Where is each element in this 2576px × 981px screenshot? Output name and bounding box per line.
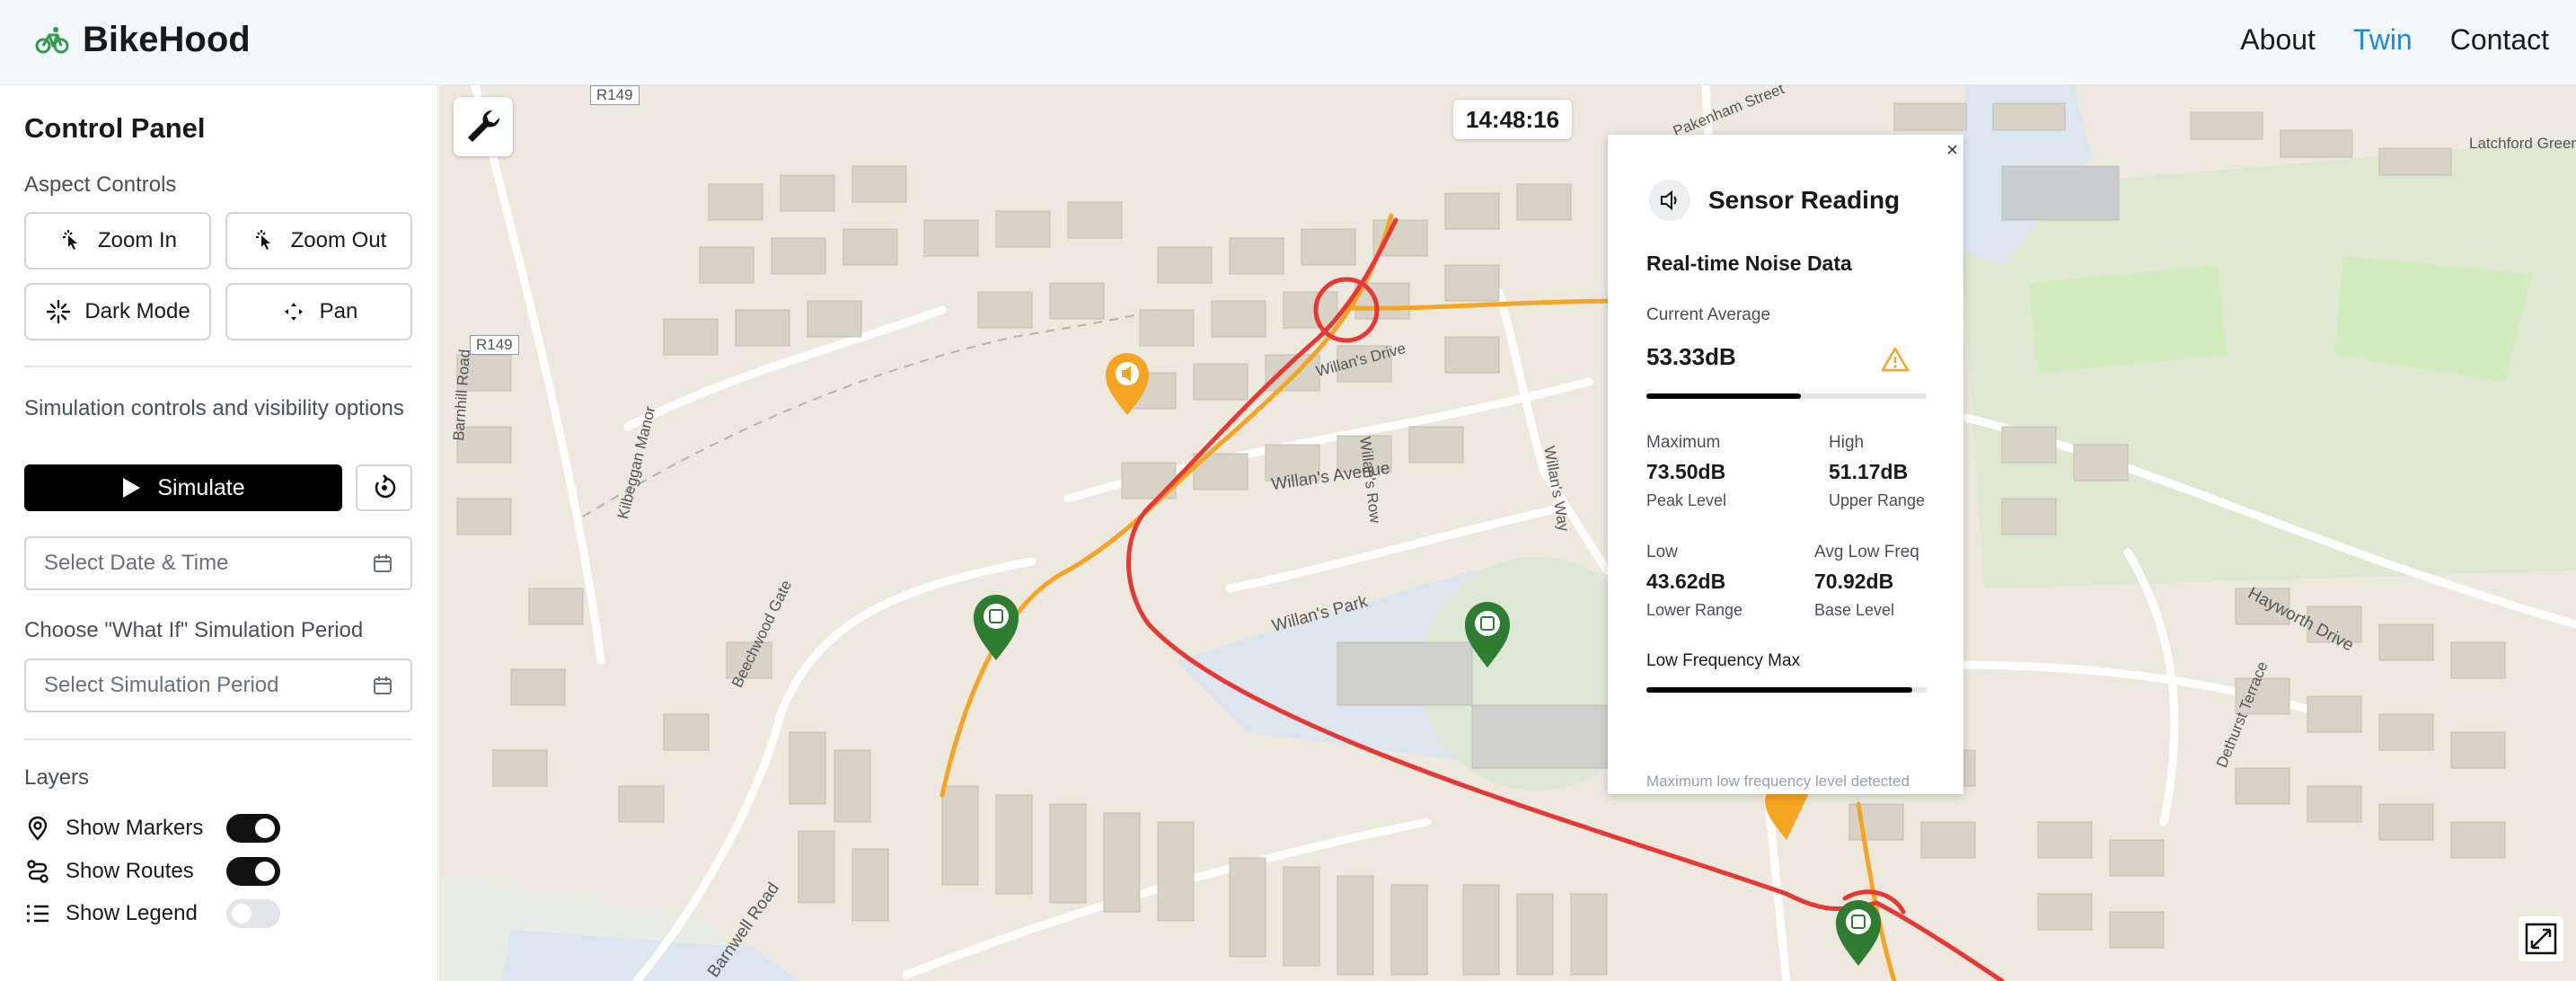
map-view[interactable]: R149 R149 Barnhill Road Kilbeggan Manor …: [439, 85, 2576, 981]
expand-icon: [2525, 923, 2557, 955]
avg-low-freq-sub: Base Level: [1814, 601, 1895, 619]
low-label: Low: [1646, 543, 1678, 561]
popup-header: Sensor Reading: [1649, 180, 1900, 221]
reset-button[interactable]: [356, 464, 412, 511]
pin-icon: [28, 816, 48, 841]
simulate-label: Simulate: [157, 474, 245, 500]
layer-legend-label: Show Legend: [66, 901, 198, 925]
aspect-controls-title: Aspect Controls: [24, 172, 177, 197]
zoom-out-button[interactable]: Zoom Out: [225, 212, 412, 270]
nav-twin[interactable]: Twin: [2353, 23, 2413, 57]
low-value: 43.62dB: [1646, 570, 1726, 593]
simulation-period-placeholder: Select Simulation Period: [44, 673, 279, 697]
divider: [24, 366, 412, 367]
avg-low-freq-value: 70.92dB: [1814, 570, 1894, 593]
brand[interactable]: BikeHood: [34, 20, 251, 60]
maximum-value: 73.50dB: [1646, 460, 1726, 483]
layer-markers-label: Show Markers: [66, 816, 204, 840]
reset-icon: [375, 474, 395, 499]
low-sub: Lower Range: [1646, 601, 1743, 619]
bike-logo-icon: [35, 26, 69, 53]
pointer-click-icon: [255, 230, 270, 250]
settings-wrench-button[interactable]: [454, 97, 513, 156]
move-icon: [284, 303, 303, 321]
control-panel: Control Panel Aspect Controls Zoom In Zo…: [0, 85, 438, 981]
calendar-icon: [374, 554, 392, 572]
high-value: 51.17dB: [1829, 460, 1909, 483]
low-frequency-max-bar-fill: [1646, 687, 1913, 693]
main-nav: About Twin Contact: [2240, 23, 2549, 57]
sensor-reading-popup: × Sensor Reading Real-time Noise Data Cu…: [1608, 135, 1963, 794]
speaker-icon: [1649, 180, 1690, 221]
road-label: R149: [590, 85, 640, 105]
popup-title: Sensor Reading: [1708, 186, 1901, 214]
divider: [24, 738, 412, 740]
maximum-label: Maximum: [1646, 433, 1721, 452]
close-icon[interactable]: ×: [1946, 138, 1958, 162]
pan-label: Pan: [319, 299, 358, 323]
nav-contact[interactable]: Contact: [2450, 23, 2549, 57]
calendar-icon: [374, 676, 392, 694]
current-average-value: 53.33dB: [1646, 343, 1736, 370]
brand-name: BikeHood: [83, 20, 251, 59]
map-canvas: [439, 85, 2576, 981]
high-label: High: [1829, 433, 1865, 452]
pointer-click-icon: [62, 230, 77, 250]
control-panel-title: Control Panel: [24, 112, 206, 144]
show-legend-toggle[interactable]: [226, 899, 280, 928]
show-routes-toggle[interactable]: [226, 857, 280, 886]
wrench-icon: [468, 110, 500, 142]
low-frequency-max-bar: [1646, 687, 1927, 693]
current-average-bar: [1646, 393, 1927, 399]
simulation-title: Simulation controls and visibility optio…: [24, 396, 404, 420]
fullscreen-button[interactable]: [2519, 916, 2563, 961]
popup-footer: Maximum low frequency level detected: [1646, 773, 1910, 790]
dark-mode-button[interactable]: Dark Mode: [24, 283, 211, 340]
simulation-period-field[interactable]: Select Simulation Period: [24, 658, 412, 712]
date-time-field[interactable]: Select Date & Time: [24, 536, 412, 590]
maximum-sub: Peak Level: [1646, 491, 1727, 509]
zoom-out-label: Zoom Out: [290, 228, 387, 252]
road-label: Latchford Green: [2469, 135, 2576, 152]
play-icon: [123, 478, 141, 498]
zoom-in-label: Zoom In: [97, 228, 178, 252]
simulate-button[interactable]: Simulate: [24, 464, 342, 511]
current-average-bar-fill: [1646, 393, 1801, 399]
layers-title: Layers: [24, 765, 90, 790]
road-label: R149: [470, 335, 519, 355]
top-header: BikeHood About Twin Contact: [0, 0, 2576, 85]
dark-mode-label: Dark Mode: [84, 299, 190, 323]
avg-low-freq-label: Avg Low Freq: [1814, 543, 1919, 561]
zoom-in-button[interactable]: Zoom In: [24, 212, 211, 270]
sim-clock: 14:48:16: [1453, 100, 1573, 139]
date-time-placeholder: Select Date & Time: [44, 551, 229, 575]
high-sub: Upper Range: [1829, 491, 1926, 509]
layer-routes-label: Show Routes: [66, 859, 194, 883]
warning-icon: [1881, 347, 1910, 372]
whatif-title: Choose "What If" Simulation Period: [24, 618, 364, 642]
low-frequency-max-label: Low Frequency Max: [1646, 651, 1801, 670]
current-average-label: Current Average: [1646, 305, 1771, 324]
nav-about[interactable]: About: [2240, 23, 2316, 57]
pan-button[interactable]: Pan: [225, 283, 412, 340]
sparkle-icon: [47, 299, 71, 324]
route-icon: [27, 860, 49, 883]
show-markers-toggle[interactable]: [226, 814, 280, 843]
list-icon: [27, 905, 49, 923]
popup-subtitle: Real-time Noise Data: [1646, 252, 1852, 275]
